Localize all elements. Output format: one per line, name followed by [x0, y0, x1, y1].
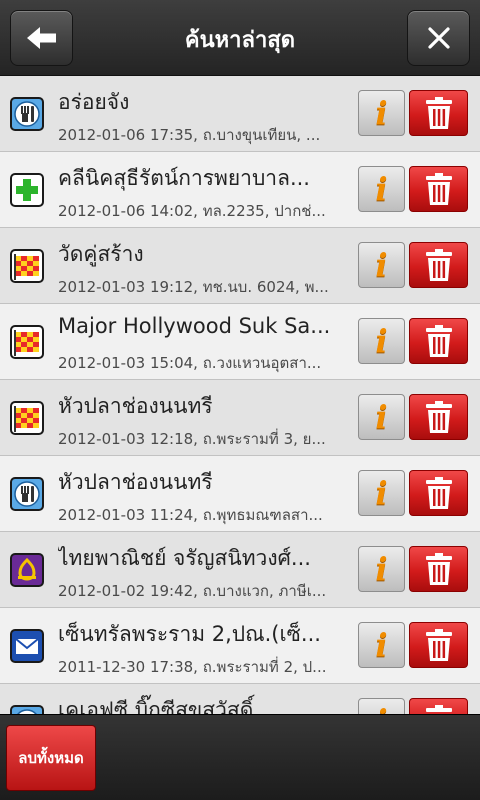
place-detail: 2012-01-06 17:35, ถ.บางขุนเทียน, ...	[58, 126, 321, 144]
info-button[interactable]: i	[358, 166, 405, 212]
restaurant-icon	[10, 477, 44, 511]
restaurant-icon	[10, 97, 44, 131]
checkered-flag-icon	[10, 249, 44, 283]
info-button[interactable]: i	[358, 546, 405, 592]
info-icon: i	[375, 474, 388, 512]
list-item[interactable]: เซ็นทรัลพระราม 2,ปณ.(เซ็... 2011-12-30 1…	[0, 608, 480, 684]
trash-icon	[425, 477, 452, 509]
info-button[interactable]: i	[358, 318, 405, 364]
place-name: ไทยพาณิชย์ จรัญสนิทวงศ์...	[58, 546, 311, 570]
info-icon: i	[375, 702, 387, 714]
trash-icon	[425, 401, 452, 433]
page-title: ค้นหาล่าสุด	[184, 28, 296, 53]
delete-button[interactable]	[409, 546, 468, 592]
place-name: เซ็นทรัลพระราม 2,ปณ.(เซ็...	[58, 622, 321, 646]
place-name: หัวปลาช่องนนทรี	[58, 470, 213, 494]
trash-icon	[425, 249, 452, 281]
info-button[interactable]: i	[358, 90, 405, 136]
bottom-bar: ลบทั้งหมด	[0, 714, 480, 800]
arrow-left-icon	[26, 27, 56, 49]
delete-button[interactable]	[409, 470, 468, 516]
info-button[interactable]: i	[358, 394, 405, 440]
place-name: คลีนิคสุธีรัตน์การพยาบาล...	[58, 166, 310, 190]
list-item[interactable]: ไทยพาณิชย์ จรัญสนิทวงศ์... 2012-01-02 19…	[0, 532, 480, 608]
info-icon: i	[375, 322, 388, 360]
trash-icon	[425, 553, 452, 585]
place-detail: 2012-01-03 15:04, ถ.วงแหวนอุตสา...	[58, 354, 322, 372]
info-button[interactable]: i	[358, 698, 405, 714]
list-item[interactable]: หัวปลาช่องนนทรี 2012-01-03 12:18, ถ.พระร…	[0, 380, 480, 456]
place-name: หัวปลาช่องนนทรี	[58, 394, 213, 418]
list-item[interactable]: หัวปลาช่องนนทรี 2012-01-03 11:24, ถ.พุทธ…	[0, 456, 480, 532]
info-button[interactable]: i	[358, 622, 405, 668]
delete-button[interactable]	[409, 318, 468, 364]
back-button[interactable]	[10, 10, 73, 66]
checkered-flag-icon	[10, 325, 44, 359]
restaurant-icon	[10, 705, 44, 714]
post-office-icon	[10, 629, 44, 663]
info-button[interactable]: i	[358, 470, 405, 516]
list-item[interactable]: อร่อยจัง 2012-01-06 17:35, ถ.บางขุนเทียน…	[0, 76, 480, 152]
info-icon: i	[375, 398, 388, 436]
trash-icon	[425, 705, 452, 712]
trash-icon	[425, 325, 452, 357]
delete-button[interactable]	[409, 166, 468, 212]
info-icon: i	[375, 550, 388, 588]
list-item[interactable]: วัดคู่สร้าง 2012-01-03 19:12, ทช.นบ. 602…	[0, 228, 480, 304]
place-detail: 2012-01-03 11:24, ถ.พุทธมณฑลสา...	[58, 506, 323, 524]
place-name: อร่อยจัง	[58, 90, 130, 114]
checkered-flag-icon	[10, 401, 44, 435]
trash-icon	[425, 629, 452, 661]
place-detail: 2012-01-03 12:18, ถ.พระรามที่ 3, ย...	[58, 430, 326, 448]
place-detail: 2012-01-03 19:12, ทช.นบ. 6024, พ...	[58, 278, 329, 296]
trash-icon	[425, 97, 452, 129]
place-detail: 2012-01-02 19:42, ถ.บางแวก, ภาษีเ...	[58, 582, 327, 600]
list-item[interactable]: เคเอฟซี บิ๊กซีสุขสวัสดิ์ i	[0, 684, 480, 714]
delete-button[interactable]	[409, 90, 468, 136]
hospital-icon	[10, 173, 44, 207]
place-name: วัดคู่สร้าง	[58, 242, 144, 266]
info-icon: i	[375, 170, 388, 208]
info-icon: i	[375, 626, 388, 664]
info-icon: i	[375, 94, 388, 132]
delete-button[interactable]	[409, 622, 468, 668]
close-button[interactable]	[407, 10, 470, 66]
close-icon	[427, 27, 450, 49]
place-detail: 2012-01-06 14:02, ทล.2235, ปากช่...	[58, 202, 326, 220]
recent-search-list[interactable]: อร่อยจัง 2012-01-06 17:35, ถ.บางขุนเทียน…	[0, 76, 480, 714]
place-detail: 2011-12-30 17:38, ถ.พระรามที่ 2, ป...	[58, 658, 327, 676]
delete-button[interactable]	[409, 242, 468, 288]
delete-button[interactable]	[409, 394, 468, 440]
list-item[interactable]: คลีนิคสุธีรัตน์การพยาบาล... 2012-01-06 1…	[0, 152, 480, 228]
delete-button[interactable]	[409, 698, 468, 714]
delete-all-button[interactable]: ลบทั้งหมด	[6, 725, 96, 791]
place-name: เคเอฟซี บิ๊กซีสุขสวัสดิ์	[58, 698, 254, 714]
bank-icon	[10, 553, 44, 587]
list-item[interactable]: Major Hollywood Suk Sa... 2012-01-03 15:…	[0, 304, 480, 380]
trash-icon	[425, 173, 452, 205]
info-icon: i	[375, 246, 388, 284]
info-button[interactable]: i	[358, 242, 405, 288]
place-name: Major Hollywood Suk Sa...	[58, 314, 331, 338]
title-bar: ค้นหาล่าสุด	[0, 0, 480, 76]
